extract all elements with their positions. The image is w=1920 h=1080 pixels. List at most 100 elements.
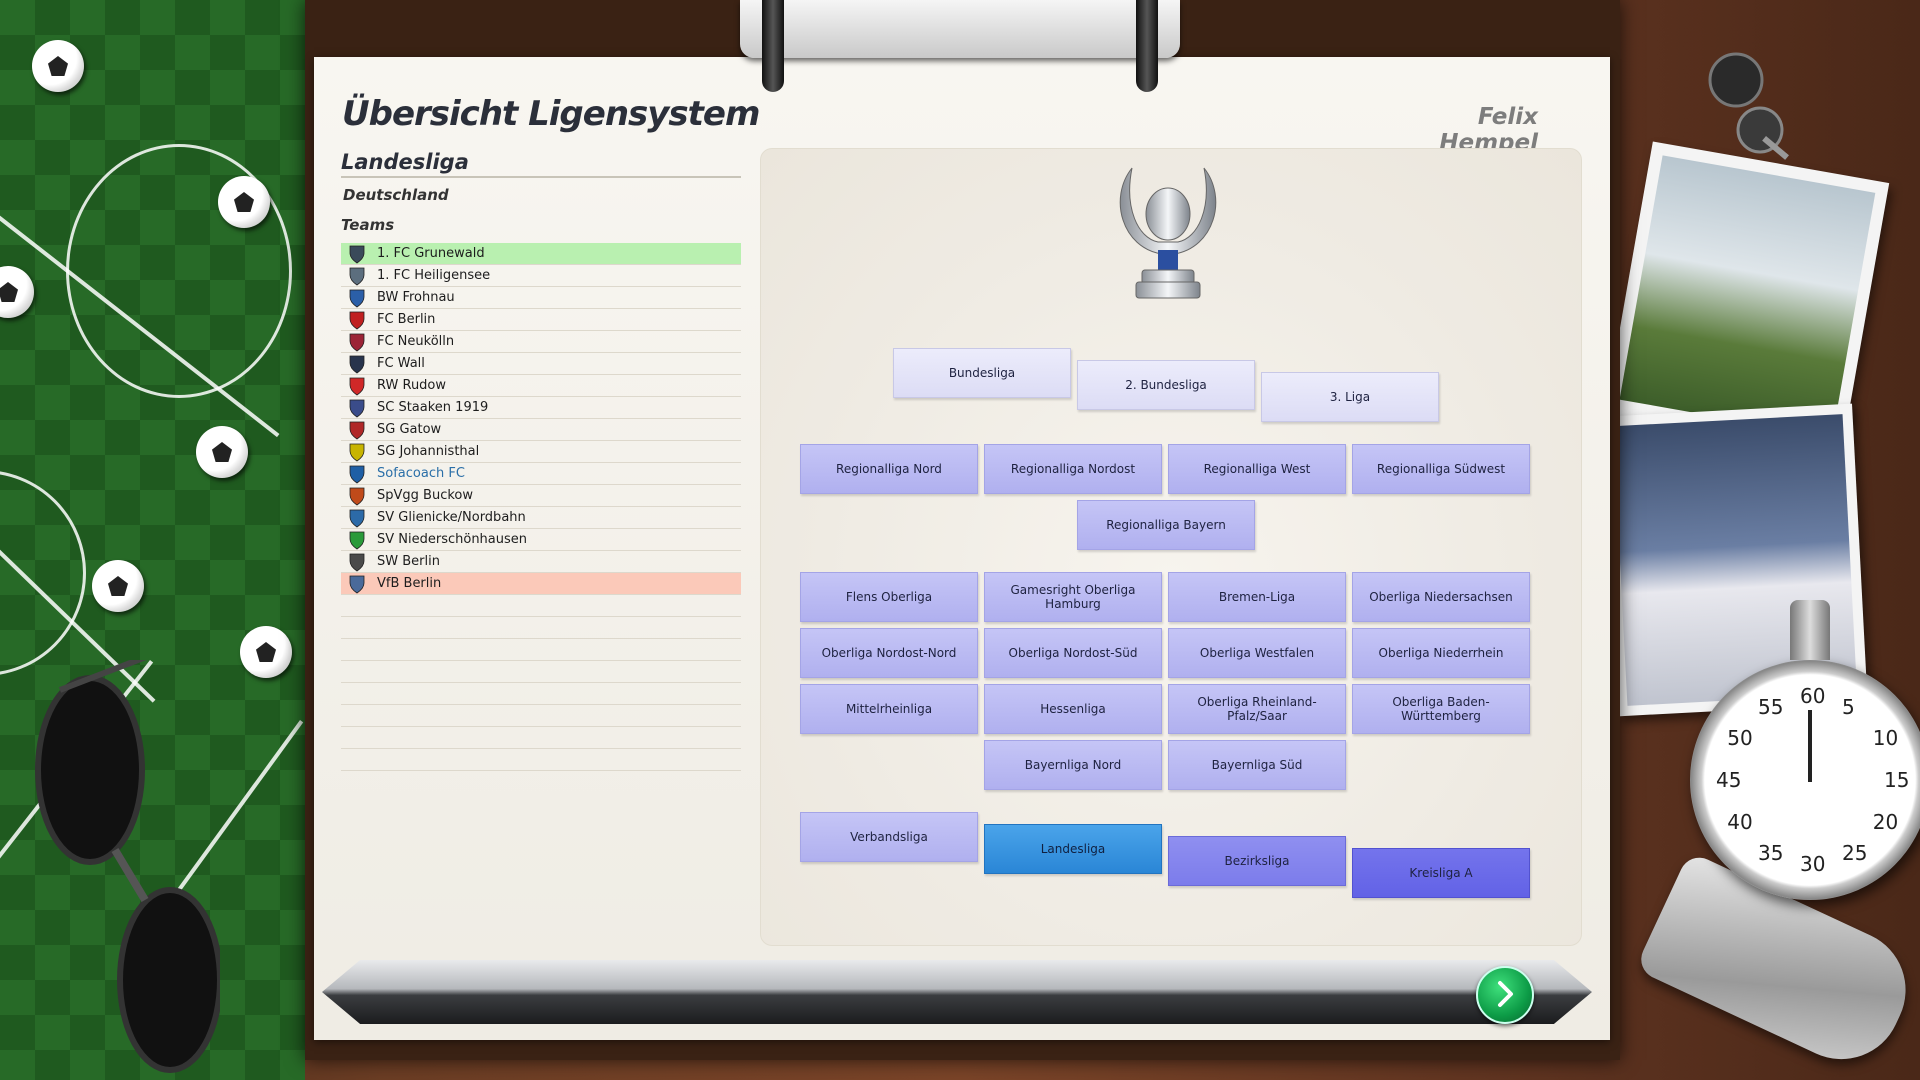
- league-button[interactable]: Regionalliga Bayern: [1077, 500, 1255, 550]
- team-crest-icon: [349, 267, 365, 285]
- chevron-right-icon: [1498, 981, 1513, 1007]
- team-name: SG Gatow: [377, 422, 442, 437]
- ball-magnet-icon: [218, 176, 270, 228]
- team-name: 1. FC Grunewald: [377, 246, 485, 261]
- team-name: FC Neukölln: [377, 334, 455, 349]
- team-crest-icon: [349, 575, 365, 593]
- team-name: SV Niederschönhausen: [377, 532, 528, 547]
- team-crest-icon: [349, 399, 365, 417]
- team-row[interactable]: SV Glienicke/Nordbahn: [341, 507, 741, 529]
- stopwatch-label: 30: [1800, 852, 1826, 876]
- league-button[interactable]: Oberliga Nordost-Süd: [984, 628, 1162, 678]
- empty-row: [341, 639, 741, 661]
- team-crest-icon: [349, 487, 365, 505]
- selected-league-name: Landesliga: [341, 150, 469, 174]
- team-row[interactable]: SpVgg Buckow: [341, 485, 741, 507]
- teams-heading: Teams: [341, 216, 395, 234]
- league-button[interactable]: Kreisliga A: [1352, 848, 1530, 898]
- pushpins-icon: [1708, 52, 1789, 160]
- team-crest-icon: [349, 311, 365, 329]
- team-row[interactable]: RW Rudow: [341, 375, 741, 397]
- stopwatch-label: 20: [1872, 810, 1899, 834]
- league-button[interactable]: 2. Bundesliga: [1077, 360, 1255, 410]
- team-name: Sofacoach FC: [377, 466, 465, 481]
- corner-arc: [0, 470, 86, 676]
- team-name: SG Johannisthal: [377, 444, 480, 459]
- team-crest-icon: [349, 443, 365, 461]
- divider: [341, 176, 741, 178]
- team-name: SV Glienicke/Nordbahn: [377, 510, 526, 525]
- team-crest-icon: [349, 531, 365, 549]
- team-row[interactable]: SW Berlin: [341, 551, 741, 573]
- team-crest-icon: [349, 509, 365, 527]
- stopwatch-label: 5: [1842, 695, 1855, 720]
- league-button[interactable]: Oberliga Baden-Württemberg: [1352, 684, 1530, 734]
- league-button[interactable]: Bayernliga Süd: [1168, 740, 1346, 790]
- empty-row: [341, 617, 741, 639]
- league-button[interactable]: Bayernliga Nord: [984, 740, 1162, 790]
- league-country: Deutschland: [343, 186, 449, 204]
- league-button[interactable]: Oberliga Nordost-Nord: [800, 628, 978, 678]
- binder-ring: [1136, 0, 1158, 92]
- team-name: RW Rudow: [377, 378, 447, 393]
- team-name: 1. FC Heiligensee: [377, 268, 491, 283]
- team-row[interactable]: Sofacoach FC: [341, 463, 741, 485]
- league-button[interactable]: Regionalliga West: [1168, 444, 1346, 494]
- league-button[interactable]: Verbandsliga: [800, 812, 978, 862]
- ball-magnet-icon: [32, 40, 84, 92]
- stopwatch-label: 15: [1884, 768, 1910, 792]
- league-button[interactable]: Gamesright Oberliga Hamburg: [984, 572, 1162, 622]
- stopwatch-label: 60: [1800, 684, 1826, 708]
- binder-ring: [762, 0, 784, 92]
- league-button[interactable]: Landesliga: [984, 824, 1162, 874]
- team-name: SpVgg Buckow: [377, 488, 473, 503]
- team-row[interactable]: BW Frohnau: [341, 287, 741, 309]
- team-row[interactable]: FC Berlin: [341, 309, 741, 331]
- team-crest-icon: [349, 289, 365, 307]
- team-row[interactable]: FC Neukölln: [341, 331, 741, 353]
- team-row[interactable]: 1. FC Heiligensee: [341, 265, 741, 287]
- league-button[interactable]: Regionalliga Südwest: [1352, 444, 1530, 494]
- team-row[interactable]: FC Wall: [341, 353, 741, 375]
- team-row[interactable]: SV Niederschönhausen: [341, 529, 741, 551]
- team-row[interactable]: 1. FC Grunewald: [341, 243, 741, 265]
- empty-row: [341, 749, 741, 771]
- league-button[interactable]: Bezirksliga: [1168, 836, 1346, 886]
- team-crest-icon: [349, 333, 365, 351]
- league-button[interactable]: Oberliga Niedersachsen: [1352, 572, 1530, 622]
- empty-row: [341, 683, 741, 705]
- team-name: SC Staaken 1919: [377, 400, 489, 415]
- league-button[interactable]: Mittelrheinliga: [800, 684, 978, 734]
- next-button[interactable]: [1476, 966, 1534, 1024]
- stopwatch-label: 55: [1758, 695, 1784, 720]
- league-button[interactable]: Flens Oberliga: [800, 572, 978, 622]
- clipboard-clip: [740, 0, 1180, 92]
- league-button[interactable]: 3. Liga: [1261, 372, 1439, 422]
- stopwatch-label: 45: [1716, 768, 1742, 792]
- ball-magnet-icon: [92, 560, 144, 612]
- team-crest-icon: [349, 355, 365, 373]
- sunglasses-icon: [35, 660, 220, 1073]
- league-button[interactable]: Oberliga Niederrhein: [1352, 628, 1530, 678]
- stopwatch-label: 25: [1842, 840, 1868, 865]
- league-button[interactable]: Hessenliga: [984, 684, 1162, 734]
- team-row[interactable]: SC Staaken 1919: [341, 397, 741, 419]
- team-crest-icon: [349, 553, 365, 571]
- team-row[interactable]: SG Johannisthal: [341, 441, 741, 463]
- ball-magnet-icon: [0, 266, 34, 318]
- team-name: FC Wall: [377, 356, 425, 371]
- league-button[interactable]: Regionalliga Nordost: [984, 444, 1162, 494]
- stopwatch-icon: 60 5 10 15 20 25 30 35 40 45 50 55: [1690, 600, 1920, 900]
- team-row[interactable]: VfB Berlin: [341, 573, 741, 595]
- team-row[interactable]: SG Gatow: [341, 419, 741, 441]
- page-title: Übersicht Ligensystem: [342, 94, 760, 134]
- stopwatch-label: 35: [1758, 840, 1784, 865]
- league-button[interactable]: Bundesliga: [893, 348, 1071, 398]
- league-button[interactable]: Oberliga Rheinland-Pfalz/Saar: [1168, 684, 1346, 734]
- stopwatch-label: 50: [1727, 726, 1753, 750]
- empty-row: [341, 595, 741, 617]
- league-button[interactable]: Oberliga Westfalen: [1168, 628, 1346, 678]
- empty-row: [341, 727, 741, 749]
- league-button[interactable]: Bremen-Liga: [1168, 572, 1346, 622]
- league-button[interactable]: Regionalliga Nord: [800, 444, 978, 494]
